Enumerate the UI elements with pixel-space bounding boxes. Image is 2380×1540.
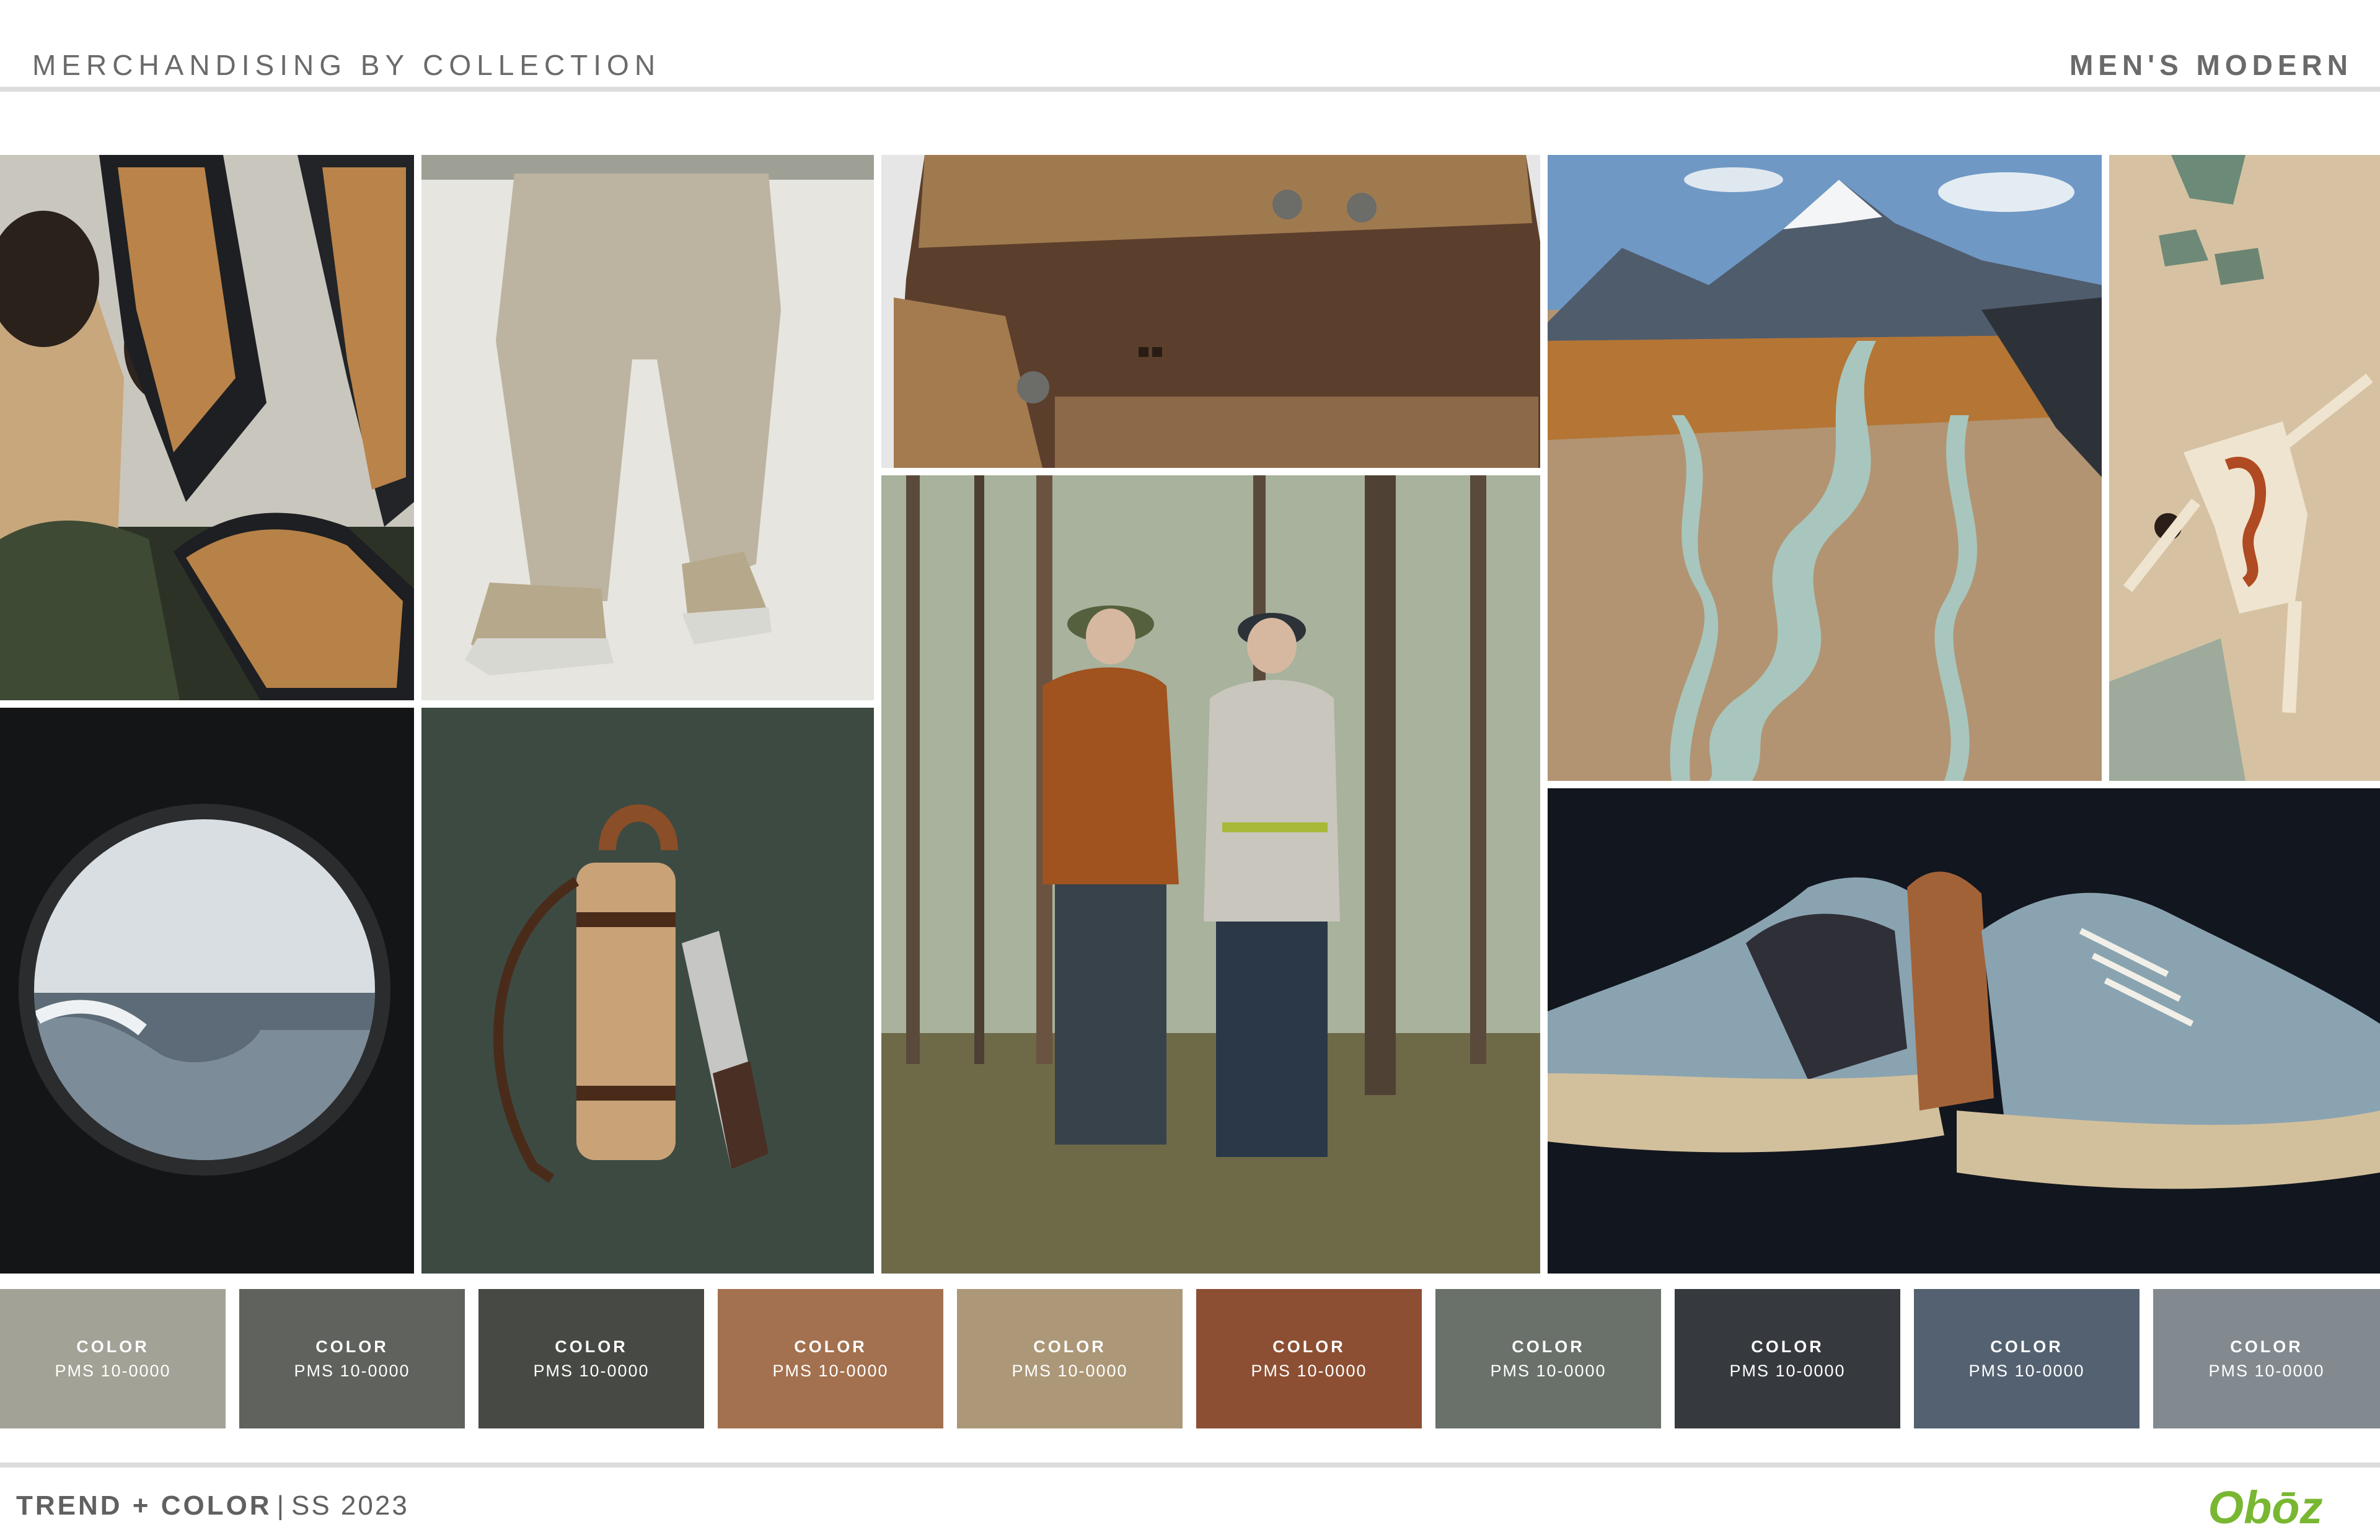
porthole-ocean-photo — [0, 708, 414, 1274]
blue-tan-sneakers-photo — [1548, 788, 2380, 1274]
color-swatch-2: COLOR PMS 10-0000 — [239, 1289, 465, 1428]
swatch-pms: PMS 10-0000 — [533, 1361, 650, 1380]
footer-label: TREND + COLOR | SS 2023 — [16, 1490, 409, 1521]
braided-river-mountain-photo — [1548, 155, 2102, 781]
swatch-label: COLOR — [2230, 1337, 2303, 1356]
figure-in-sand-photo — [2109, 155, 2380, 781]
header-divider — [0, 87, 2380, 92]
footer-season: SS 2023 — [291, 1490, 409, 1521]
swatch-pms: PMS 10-0000 — [1729, 1361, 1846, 1380]
swatch-pms: PMS 10-0000 — [294, 1361, 410, 1380]
cane-chair-people-photo — [0, 155, 414, 700]
color-swatch-9: COLOR PMS 10-0000 — [1914, 1289, 2140, 1428]
hikers-in-forest-photo — [881, 475, 1540, 1274]
leather-bottle-carrier-photo — [421, 708, 874, 1274]
swatch-label: COLOR — [76, 1337, 149, 1356]
swatch-pms: PMS 10-0000 — [1251, 1361, 1367, 1380]
collection-title: MEN'S MODERN — [2069, 49, 2353, 81]
khaki-pants-sneakers-photo — [421, 155, 874, 700]
color-swatch-5: COLOR PMS 10-0000 — [957, 1289, 1183, 1428]
swatch-label: COLOR — [315, 1337, 389, 1356]
oboz-logo: Obōz — [2208, 1482, 2323, 1532]
footer-separator: | — [276, 1490, 287, 1521]
swatch-label: COLOR — [1033, 1337, 1106, 1356]
footer-divider — [0, 1463, 2380, 1467]
color-swatch-6: COLOR PMS 10-0000 — [1196, 1289, 1422, 1428]
swatch-pms: PMS 10-0000 — [55, 1361, 171, 1380]
swatch-label: COLOR — [555, 1337, 628, 1356]
color-swatch-10: COLOR PMS 10-0000 — [2153, 1289, 2380, 1428]
swatch-pms: PMS 10-0000 — [1968, 1361, 2085, 1380]
swatch-pms: PMS 10-0000 — [1011, 1361, 1128, 1380]
swatch-label: COLOR — [1751, 1337, 1824, 1356]
color-swatch-3: COLOR PMS 10-0000 — [478, 1289, 704, 1428]
footer-section-label: TREND + COLOR — [16, 1490, 272, 1521]
color-swatch-7: COLOR PMS 10-0000 — [1435, 1289, 1661, 1428]
swatch-pms: PMS 10-0000 — [772, 1361, 889, 1380]
canvas-jacket-detail-photo — [881, 155, 1540, 468]
swatch-label: COLOR — [794, 1337, 867, 1356]
swatch-pms: PMS 10-0000 — [2208, 1361, 2325, 1380]
swatch-label: COLOR — [1512, 1337, 1585, 1356]
color-swatch-4: COLOR PMS 10-0000 — [718, 1289, 943, 1428]
swatch-pms: PMS 10-0000 — [1490, 1361, 1606, 1380]
color-swatch-8: COLOR PMS 10-0000 — [1675, 1289, 1900, 1428]
brand-name: Obōz — [2208, 1482, 2323, 1532]
swatch-label: COLOR — [1990, 1337, 2063, 1356]
swatch-label: COLOR — [1272, 1337, 1346, 1356]
color-swatch-1: COLOR PMS 10-0000 — [0, 1289, 226, 1428]
page-title: MERCHANDISING BY COLLECTION — [32, 49, 661, 81]
